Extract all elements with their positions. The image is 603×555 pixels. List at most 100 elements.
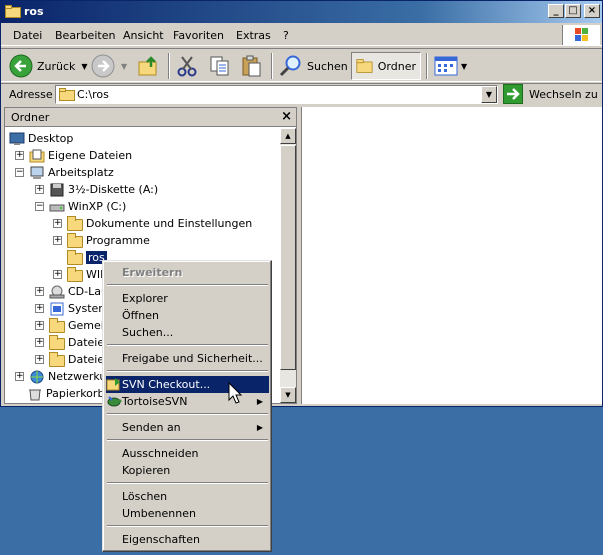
copy-icon xyxy=(210,56,229,76)
folder-icon xyxy=(49,351,65,367)
expand-icon[interactable]: + xyxy=(35,355,44,364)
forward-arrow-icon xyxy=(91,54,115,78)
tree-item-cd-drive[interactable]: + CD-Lau xyxy=(35,283,108,300)
expand-icon[interactable]: + xyxy=(53,219,62,228)
menu-item-delete[interactable]: Löschen xyxy=(106,488,269,505)
tree-label: Programme xyxy=(86,234,150,247)
forward-button[interactable]: ▼ xyxy=(91,52,127,80)
tree-label: Eigene Dateien xyxy=(48,149,133,162)
menu-item-cut[interactable]: Ausschneiden xyxy=(106,445,269,462)
tree-item-desktop[interactable]: Desktop xyxy=(9,130,73,147)
menu-item-copy[interactable]: Kopieren xyxy=(106,462,269,479)
paste-icon xyxy=(242,55,261,77)
up-button[interactable] xyxy=(138,52,160,80)
tree-item-floppy[interactable]: + 3½-Diskette (A:) xyxy=(35,181,158,198)
scroll-down-icon[interactable]: ▼ xyxy=(280,387,296,403)
expand-icon[interactable]: + xyxy=(35,287,44,296)
vertical-scrollbar[interactable]: ▲ ▼ xyxy=(280,128,296,403)
my-documents-icon xyxy=(29,149,45,162)
expand-icon[interactable]: + xyxy=(53,270,62,279)
tree-label: 3½-Diskette (A:) xyxy=(68,183,159,196)
my-computer-icon xyxy=(30,166,44,179)
paste-button[interactable] xyxy=(241,52,263,80)
expand-icon[interactable]: + xyxy=(35,304,44,313)
back-label: Zurück xyxy=(37,59,76,73)
menu-item-properties[interactable]: Eigenschaften xyxy=(106,531,269,548)
recycle-bin-icon xyxy=(29,389,41,400)
tree-item-my-computer[interactable]: − Arbeitsplatz xyxy=(15,164,114,181)
tree-item-drive-c[interactable]: − WinXP (C:) xyxy=(35,198,126,215)
menu-item-svn-checkout[interactable]: SVN Checkout... xyxy=(106,376,269,393)
tree-item-recycle-bin[interactable]: Papierkorb xyxy=(27,385,104,402)
maximize-button[interactable]: □ xyxy=(565,4,581,18)
address-dropdown-button[interactable]: ▼ xyxy=(481,86,497,103)
search-label: Suchen xyxy=(307,59,348,73)
tree-item-my-documents[interactable]: + Eigene Dateien xyxy=(15,147,132,164)
tree-item-ros[interactable]: ros xyxy=(67,249,107,266)
menu-item-tortoisesvn[interactable]: TortoiseSVN ▶ xyxy=(106,393,269,410)
menu-favorites[interactable]: Favoriten xyxy=(173,29,224,42)
menu-item-search[interactable]: Suchen... xyxy=(106,324,269,341)
svn-checkout-icon xyxy=(106,378,120,391)
floppy-icon xyxy=(50,183,64,196)
content-pane[interactable] xyxy=(301,107,602,404)
menu-help[interactable]: ? xyxy=(283,29,289,42)
menu-item-sharing[interactable]: Freigabe und Sicherheit... xyxy=(106,350,269,367)
menu-tools[interactable]: Extras xyxy=(236,29,271,42)
close-button[interactable]: × xyxy=(584,4,600,18)
folder-pane-header: Ordner × xyxy=(5,108,296,127)
collapse-icon[interactable]: − xyxy=(15,168,24,177)
views-dropdown-icon[interactable]: ▼ xyxy=(461,62,467,71)
scrollbar-thumb[interactable] xyxy=(280,145,296,370)
collapse-icon[interactable]: − xyxy=(35,202,44,211)
expand-icon[interactable]: + xyxy=(35,321,44,330)
go-arrow-icon xyxy=(503,84,523,104)
folders-button[interactable]: Ordner xyxy=(351,52,421,80)
back-button[interactable]: Zurück ▼ xyxy=(9,52,88,80)
menu-item-send-to[interactable]: Senden an ▶ xyxy=(106,419,269,436)
search-button[interactable]: Suchen xyxy=(279,52,348,80)
menu-item-open[interactable]: Öffnen xyxy=(106,307,269,324)
expand-icon[interactable]: + xyxy=(15,151,24,160)
tree-item-files-1[interactable]: + Dateien xyxy=(35,334,111,351)
expand-icon[interactable]: + xyxy=(15,372,24,381)
folder-open-icon xyxy=(67,249,83,265)
tree-item-documents-settings[interactable]: + Dokumente und Einstellungen xyxy=(53,215,252,232)
submenu-arrow-icon: ▶ xyxy=(256,423,263,432)
expand-icon[interactable]: + xyxy=(53,236,62,245)
menu-bar: Datei Bearbeiten Ansicht Favoriten Extra… xyxy=(1,24,602,46)
close-icon[interactable]: × xyxy=(281,109,292,124)
tree-item-programs[interactable]: + Programme xyxy=(53,232,150,249)
views-button[interactable]: ▼ xyxy=(434,52,467,80)
address-input[interactable]: C:\ros ▼ xyxy=(55,85,498,104)
expand-icon[interactable]: + xyxy=(35,338,44,347)
menu-item-label: SVN Checkout... xyxy=(122,378,211,391)
address-label: Adresse xyxy=(9,88,53,101)
folder-icon xyxy=(67,215,83,231)
menu-view[interactable]: Ansicht xyxy=(123,29,164,42)
control-panel-icon xyxy=(50,302,64,315)
folder-icon xyxy=(5,5,21,18)
folder-pane-title: Ordner xyxy=(11,111,50,124)
tree-item-win[interactable]: + WIN xyxy=(53,266,108,283)
menu-file[interactable]: Datei xyxy=(13,29,42,42)
copy-button[interactable] xyxy=(209,52,231,80)
menu-edit[interactable]: Bearbeiten xyxy=(55,29,115,42)
tree-item-system[interactable]: + System xyxy=(35,300,109,317)
tree-item-shared[interactable]: + Gemein xyxy=(35,317,111,334)
scroll-up-icon[interactable]: ▲ xyxy=(280,128,296,144)
explorer-window: ros _ □ × Datei Bearbeiten Ansicht Favor… xyxy=(0,0,603,407)
menu-item-expand[interactable]: Erweitern xyxy=(106,264,269,281)
go-button[interactable]: Wechseln zu xyxy=(503,84,598,104)
forward-dropdown-icon[interactable]: ▼ xyxy=(121,62,127,71)
address-value: C:\ros xyxy=(77,88,109,101)
back-dropdown-icon[interactable]: ▼ xyxy=(81,62,87,71)
menu-item-explorer[interactable]: Explorer xyxy=(106,290,269,307)
title-bar[interactable]: ros _ □ × xyxy=(1,1,602,23)
expand-icon[interactable]: + xyxy=(35,185,44,194)
cut-button[interactable] xyxy=(177,52,197,80)
menu-item-rename[interactable]: Umbenennen xyxy=(106,505,269,522)
tortoisesvn-icon xyxy=(107,396,122,407)
tree-item-files-2[interactable]: + Dateien xyxy=(35,351,111,368)
minimize-button[interactable]: _ xyxy=(548,4,564,18)
